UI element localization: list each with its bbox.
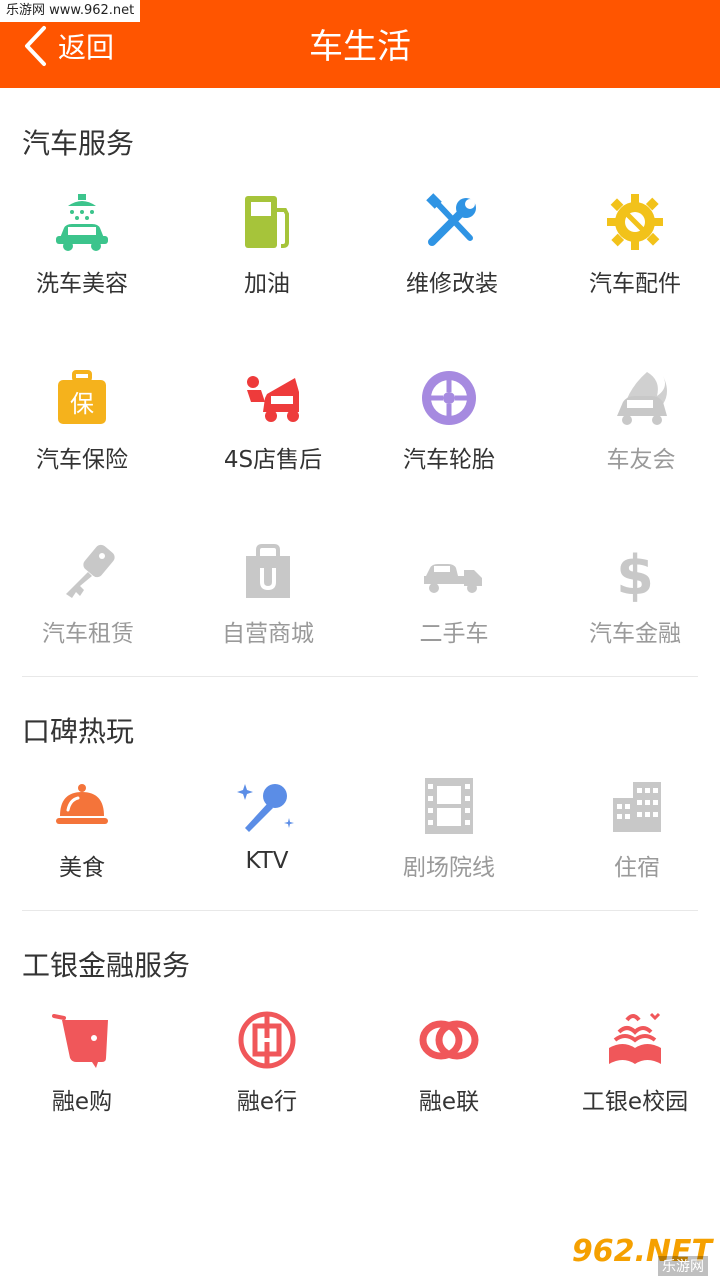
service-car-finance[interactable]: $ 汽车金融	[545, 542, 720, 648]
hot-hotel[interactable]: 住宿	[547, 776, 720, 882]
car-club-icon	[611, 368, 671, 428]
gear-wrench-icon	[605, 192, 665, 252]
service-repair[interactable]: 维修改装	[362, 192, 542, 298]
service-4s-aftersales[interactable]: 4S店售后	[183, 368, 363, 474]
film-icon	[419, 776, 479, 836]
item-label: 汽车租赁	[42, 621, 134, 647]
insurance-bag-icon: 保	[52, 368, 112, 428]
tire-icon	[419, 368, 479, 428]
item-label: 车友会	[606, 447, 676, 473]
shopping-bag-icon	[238, 542, 298, 602]
item-label: 4S店售后	[223, 447, 323, 473]
shopping-cart-icon	[52, 1010, 112, 1070]
divider	[22, 910, 698, 911]
item-label: 汽车保险	[36, 447, 128, 473]
watermark-site-name: 乐游网	[658, 1256, 708, 1276]
divider	[22, 676, 698, 677]
food-cloche-icon	[52, 776, 112, 836]
item-label: 工银e校园	[581, 1089, 689, 1115]
item-label: 加油	[244, 271, 290, 297]
item-label: 自营商城	[222, 621, 314, 647]
microphone-icon	[237, 776, 297, 836]
item-label: 汽车金融	[589, 621, 681, 647]
car-wash-icon	[52, 192, 112, 252]
item-label: 融e联	[418, 1089, 480, 1115]
icbc-e-link[interactable]: 融e联	[359, 1010, 539, 1116]
item-label: 美食	[59, 855, 105, 881]
service-used-car[interactable]: 二手车	[364, 542, 544, 648]
svg-text:保: 保	[70, 390, 94, 418]
item-label: 融e行	[236, 1089, 298, 1115]
dollar-icon: $	[605, 542, 665, 602]
item-label: KTV	[245, 848, 289, 874]
item-label: 融e购	[51, 1089, 113, 1115]
watermark-top: 乐游网 www.962.net	[0, 0, 141, 22]
item-label: 汽车轮胎	[403, 447, 495, 473]
car-repair-icon	[243, 368, 303, 428]
fuel-pump-icon	[237, 192, 297, 252]
svg-text:$: $	[616, 544, 654, 602]
item-label: 维修改装	[406, 271, 498, 297]
service-insurance[interactable]: 保 汽车保险	[0, 368, 172, 474]
open-book-icon	[605, 1010, 665, 1070]
service-car-club[interactable]: 车友会	[551, 368, 720, 474]
wrench-screwdriver-icon	[422, 192, 482, 252]
watermark-bottom: 962.NET 乐游网	[572, 1234, 712, 1276]
hotel-building-icon	[607, 776, 667, 836]
service-self-mall[interactable]: 自营商城	[178, 542, 358, 648]
car-key-icon	[58, 542, 118, 602]
item-label: 汽车配件	[589, 271, 681, 297]
item-label: 二手车	[419, 621, 489, 647]
hot-food[interactable]: 美食	[0, 776, 172, 882]
icbc-logo-icon	[237, 1010, 297, 1070]
service-parts[interactable]: 汽车配件	[545, 192, 720, 298]
icbc-e-travel[interactable]: 融e行	[177, 1010, 357, 1116]
service-tires[interactable]: 汽车轮胎	[359, 368, 539, 474]
section-title-icbc-finance: 工银金融服务	[22, 949, 191, 982]
service-car-wash[interactable]: 洗车美容	[0, 192, 172, 298]
tow-truck-icon	[424, 542, 484, 602]
page-title: 车生活	[309, 27, 411, 67]
header-bar: 乐游网 www.962.net 返回 车生活	[0, 0, 720, 88]
item-label: 住宿	[614, 855, 660, 881]
section-title-hot-picks: 口碑热玩	[22, 715, 135, 748]
icbc-e-buy[interactable]: 融e购	[0, 1010, 172, 1116]
hot-ktv[interactable]: KTV	[177, 776, 357, 874]
service-car-rental[interactable]: 汽车租赁	[0, 542, 178, 648]
hot-cinema[interactable]: 剧场院线	[359, 776, 539, 882]
icbc-e-campus[interactable]: 工银e校园	[545, 1010, 720, 1116]
linked-rings-icon	[419, 1010, 479, 1070]
service-fuel[interactable]: 加油	[177, 192, 357, 298]
item-label: 剧场院线	[403, 855, 495, 881]
section-title-car-services: 汽车服务	[22, 127, 135, 160]
item-label: 洗车美容	[36, 271, 128, 297]
